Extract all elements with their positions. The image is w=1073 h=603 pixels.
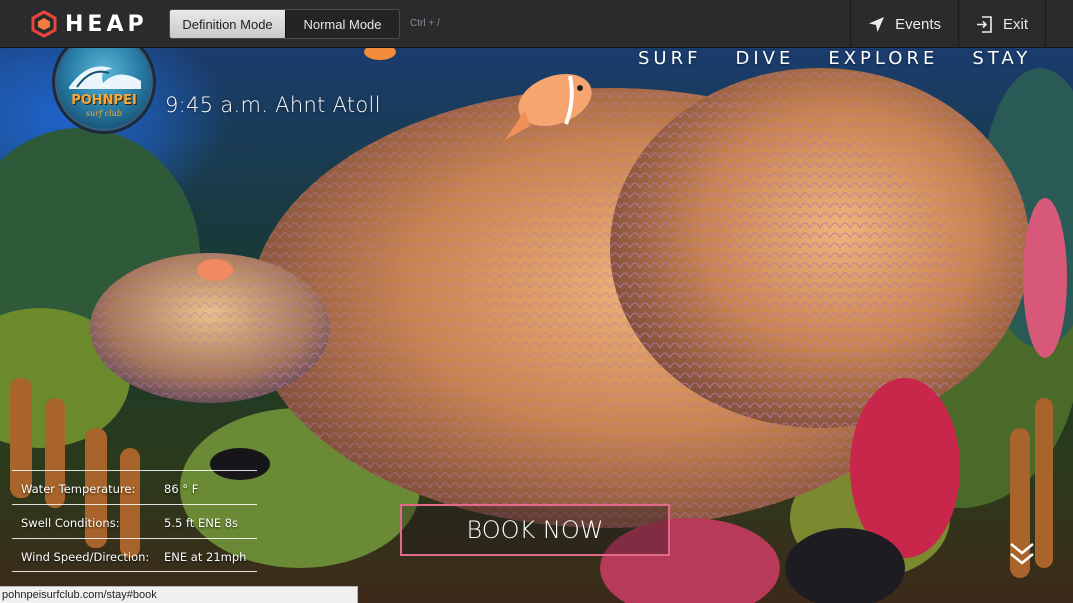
mode-shortcut-hint: Ctrl + / (410, 18, 440, 29)
hero-section: POHNPEI surf club 9:45 a.m. Ahnt Atoll S… (0, 48, 1073, 603)
heap-brand: HEAP (65, 11, 148, 37)
heap-toolbar: HEAP Definition Mode Normal Mode Ctrl + … (0, 0, 1073, 48)
condition-row: Swell Conditions: 5.5 ft ENE 8s (12, 504, 257, 538)
normal-mode-button[interactable]: Normal Mode (286, 10, 399, 38)
scroll-down-chevron-icon[interactable] (1008, 541, 1036, 567)
time-location-caption: 9:45 a.m. Ahnt Atoll (165, 93, 381, 117)
main-nav: SURF DIVE EXPLORE STAY (638, 48, 1065, 70)
condition-label: Swell Conditions: (21, 516, 120, 530)
condition-label: Wind Speed/Direction: (21, 550, 150, 564)
toolbar-actions: Events Exit (850, 0, 1046, 48)
status-bar-url: pohnpeisurfclub.com/stay#book (0, 586, 358, 603)
wave-icon (69, 66, 141, 89)
exit-icon (976, 15, 992, 33)
logo-subtitle: surf club (86, 109, 122, 118)
heap-logo: HEAP (31, 10, 148, 38)
condition-label: Water Temperature: (21, 482, 136, 496)
nav-item-surf[interactable]: SURF (638, 48, 701, 70)
events-button[interactable]: Events (850, 0, 958, 48)
mode-toggle: Definition Mode Normal Mode (169, 9, 400, 39)
nav-item-stay[interactable]: STAY (972, 48, 1031, 70)
nav-item-dive[interactable]: DIVE (735, 48, 794, 70)
condition-value: 5.5 ft ENE 8s (164, 516, 239, 530)
condition-row: Wind Speed/Direction: ENE at 21mph (12, 538, 257, 572)
navigation-arrow-icon (869, 16, 885, 32)
nav-item-explore[interactable]: EXPLORE (828, 48, 938, 70)
condition-row: Water Temperature: 86 ° F (12, 470, 257, 504)
logo-name: POHNPEI (71, 93, 137, 108)
heap-hexagon-icon (31, 10, 57, 38)
condition-value: ENE at 21mph (164, 550, 247, 564)
exit-button[interactable]: Exit (957, 0, 1046, 48)
conditions-table: Water Temperature: 86 ° F Swell Conditio… (12, 470, 257, 572)
definition-mode-button[interactable]: Definition Mode (170, 10, 286, 38)
book-now-button[interactable]: BOOK NOW (400, 504, 670, 556)
events-label: Events (895, 15, 941, 33)
exit-label: Exit (1002, 15, 1028, 33)
condition-value: 86 ° F (164, 482, 199, 496)
